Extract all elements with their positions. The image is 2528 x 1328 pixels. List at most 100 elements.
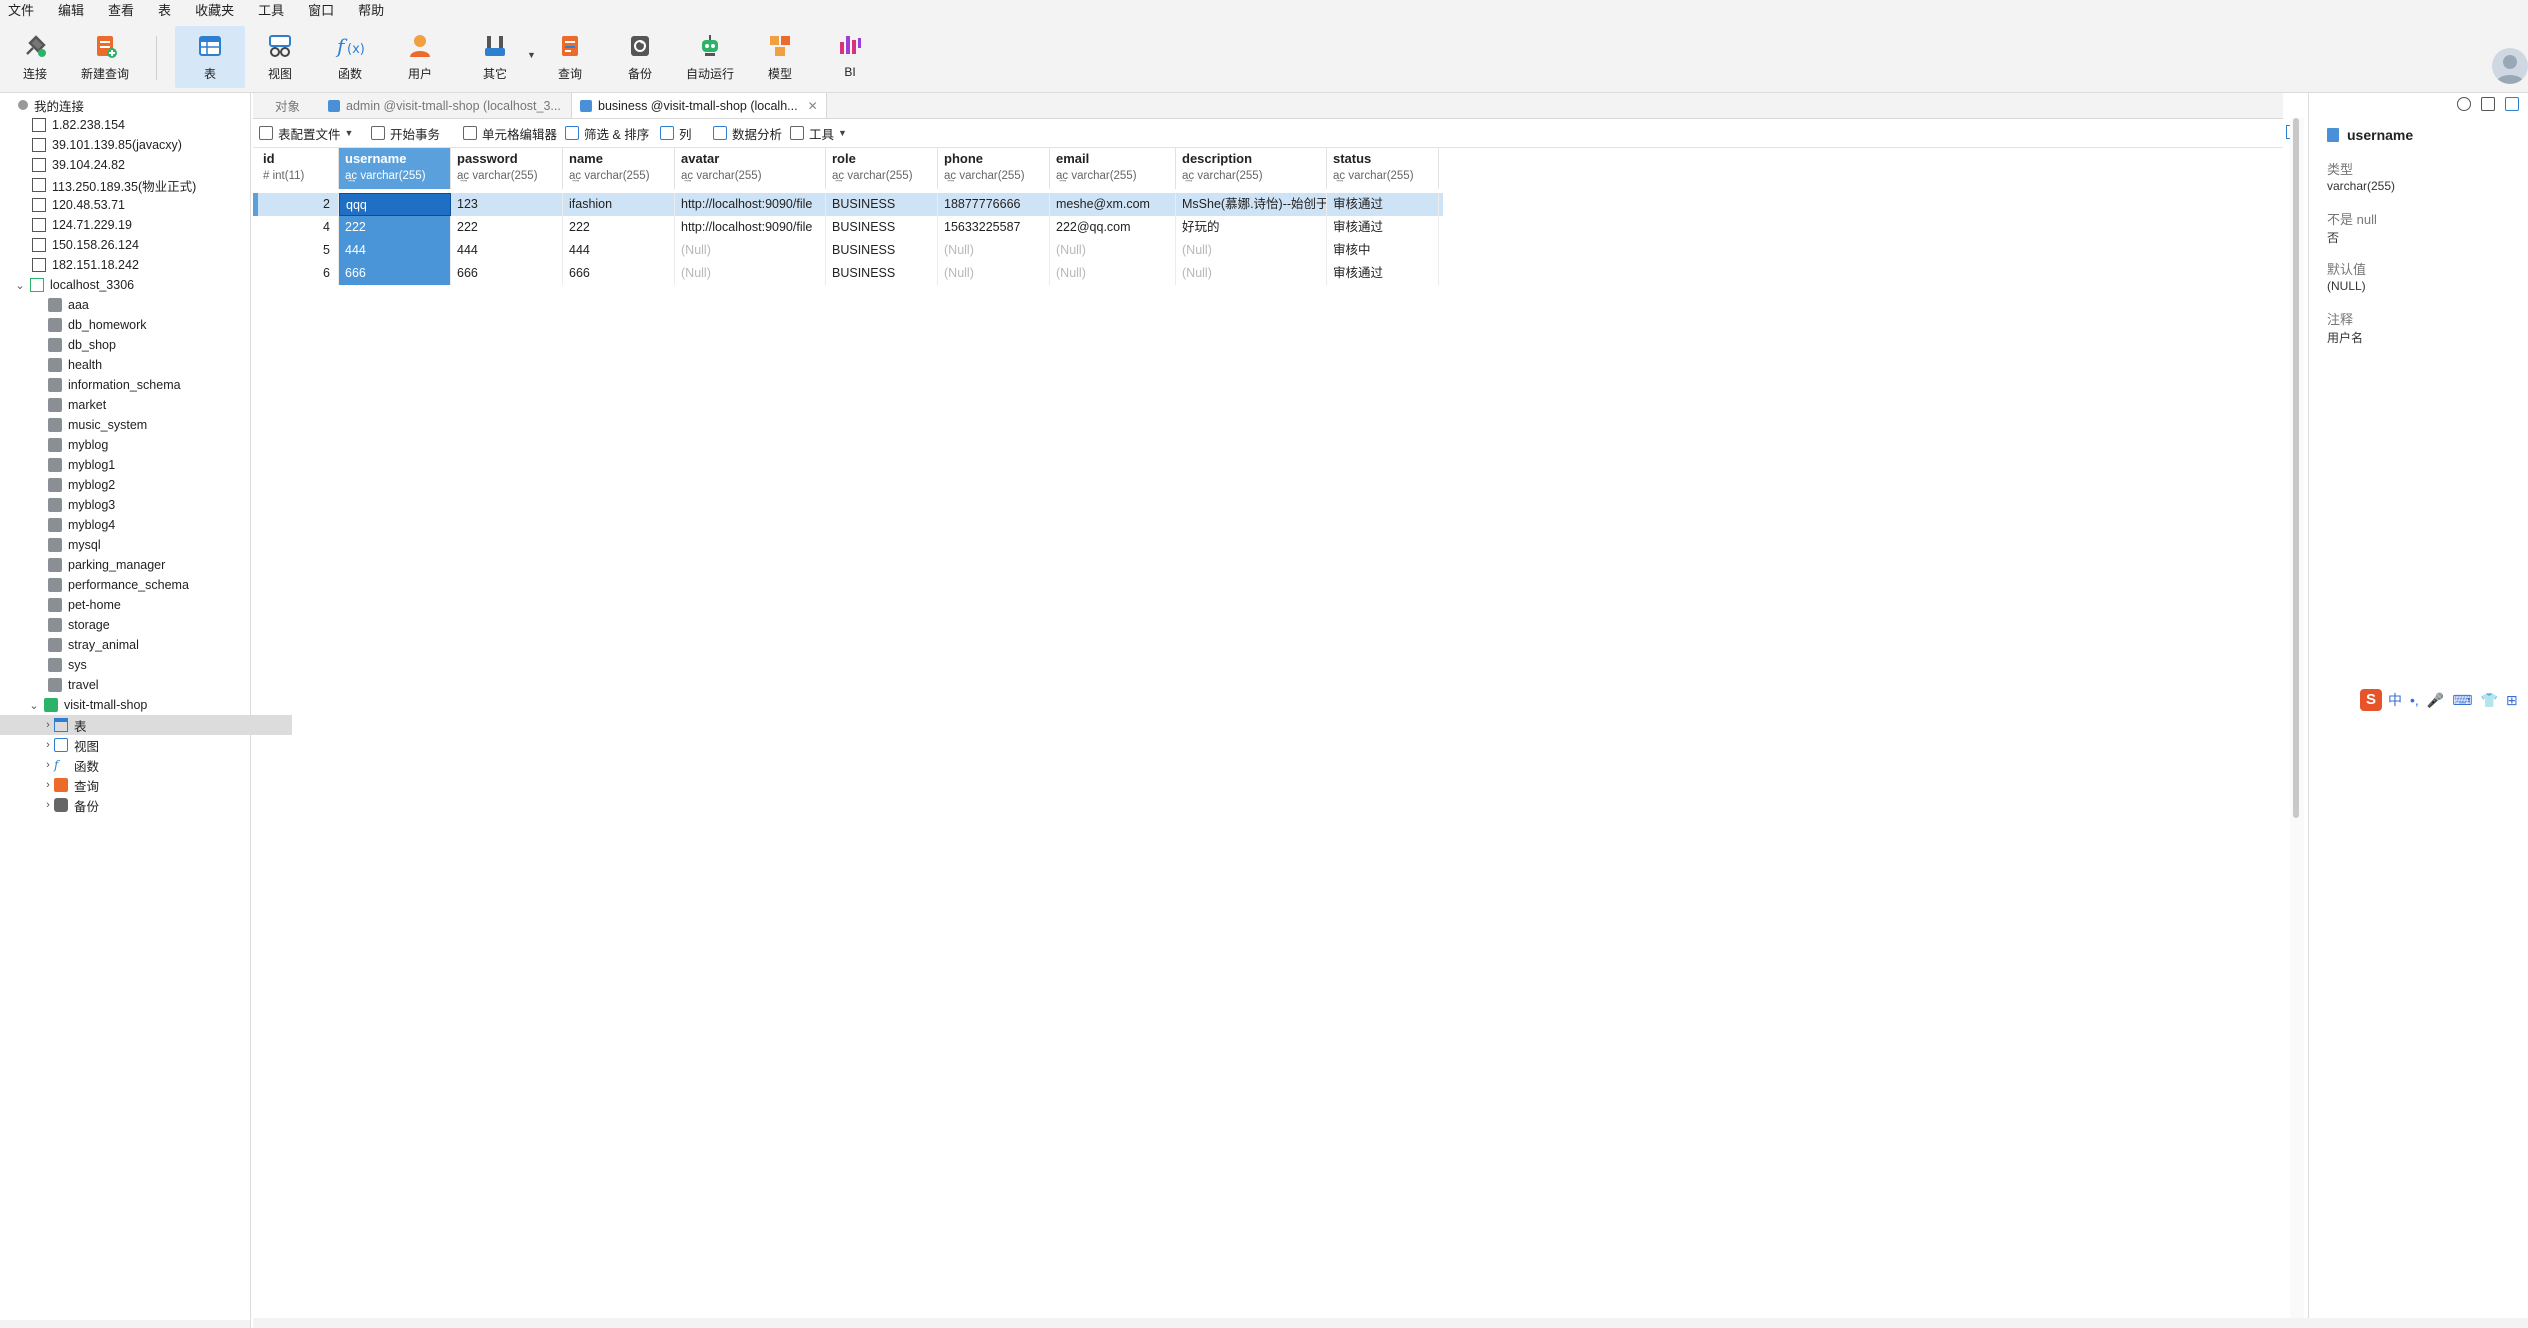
cell-status[interactable]: 审核通过 bbox=[1327, 216, 1439, 239]
tree-connection[interactable]: 150.158.26.124 bbox=[0, 235, 282, 255]
tree-database[interactable]: aaa bbox=[0, 295, 298, 315]
query-button[interactable]: 查询 bbox=[535, 26, 605, 88]
column-header-email[interactable]: email a͢c varchar(255) bbox=[1050, 148, 1176, 189]
keyboard-icon[interactable]: ⌨ bbox=[2452, 692, 2472, 709]
tree-database[interactable]: myblog3 bbox=[0, 495, 298, 515]
cell-editor-button[interactable]: 单元格编辑器 bbox=[463, 124, 557, 142]
table-row[interactable]: 5 444 444 444 (Null) BUSINESS (Null) (Nu… bbox=[253, 239, 1443, 262]
chevron-right-icon[interactable]: › bbox=[42, 759, 54, 771]
microphone-icon[interactable]: 🎤 bbox=[2427, 692, 2444, 709]
tab-objects[interactable]: 对象 bbox=[267, 93, 308, 118]
column-header-description[interactable]: description a͢c varchar(255) bbox=[1176, 148, 1327, 189]
bi-button[interactable]: BI bbox=[815, 26, 885, 88]
cell-avatar[interactable]: (Null) bbox=[675, 239, 826, 262]
tab-business[interactable]: business @visit-tmall-shop (localh... ✕ bbox=[571, 93, 827, 118]
info-icon[interactable] bbox=[2457, 97, 2471, 111]
cell-description[interactable]: 好玩的 bbox=[1176, 216, 1327, 239]
view-button[interactable]: 视图 bbox=[245, 26, 315, 88]
cell-description[interactable]: (Null) bbox=[1176, 262, 1327, 285]
cell-status[interactable]: 审核中 bbox=[1327, 239, 1439, 262]
cell-status[interactable]: 审核通过 bbox=[1327, 262, 1439, 285]
cell-password[interactable]: 444 bbox=[451, 239, 563, 262]
chevron-right-icon[interactable]: › bbox=[42, 739, 54, 751]
cell-role[interactable]: BUSINESS bbox=[826, 239, 938, 262]
tree-database[interactable]: storage bbox=[0, 615, 298, 635]
sogou-ime-logo[interactable]: S bbox=[2360, 689, 2382, 711]
chevron-down-icon[interactable]: ⌄ bbox=[28, 699, 40, 712]
menu-view[interactable]: 查看 bbox=[100, 0, 150, 22]
column-header-username[interactable]: username a͢c varchar(255) bbox=[339, 148, 451, 189]
table-config-button[interactable]: 表配置文件 ▼ bbox=[259, 124, 353, 142]
tree-database[interactable]: db_homework bbox=[0, 315, 298, 335]
menu-file[interactable]: 文件 bbox=[0, 0, 50, 22]
account-avatar[interactable] bbox=[2492, 48, 2528, 84]
tab-admin[interactable]: admin @visit-tmall-shop (localhost_3... bbox=[320, 93, 569, 118]
tree-database[interactable]: db_shop bbox=[0, 335, 298, 355]
tree-database[interactable]: myblog bbox=[0, 435, 298, 455]
tree-root-my-connections[interactable]: 我的连接 bbox=[0, 95, 268, 115]
cell-username[interactable]: 666 bbox=[339, 262, 451, 285]
tree-node-queries[interactable]: › 查询 bbox=[0, 775, 292, 795]
tree-connection-localhost[interactable]: ⌄ localhost_3306 bbox=[0, 275, 264, 295]
tree-database[interactable]: sys bbox=[0, 655, 298, 675]
tree-connection[interactable]: 120.48.53.71 bbox=[0, 195, 282, 215]
cell-avatar[interactable]: http://localhost:9090/file bbox=[675, 193, 826, 216]
tree-connection[interactable]: 39.104.24.82 bbox=[0, 155, 282, 175]
cell-status[interactable]: 审核通过 bbox=[1327, 193, 1439, 216]
tree-connection[interactable]: 1.82.238.154 bbox=[0, 115, 282, 135]
tree-database[interactable]: health bbox=[0, 355, 298, 375]
tree-database[interactable]: myblog2 bbox=[0, 475, 298, 495]
chevron-down-icon[interactable]: ⌄ bbox=[14, 279, 26, 292]
tree-connection[interactable]: 39.101.139.85(javacxy) bbox=[0, 135, 282, 155]
cell-name[interactable]: 444 bbox=[563, 239, 675, 262]
cell-password[interactable]: 222 bbox=[451, 216, 563, 239]
column-header-id[interactable]: id # int(11) bbox=[257, 148, 339, 189]
menu-edit[interactable]: 编辑 bbox=[50, 0, 100, 22]
cell-email[interactable]: (Null) bbox=[1050, 239, 1176, 262]
tree-database[interactable]: information_schema bbox=[0, 375, 298, 395]
tree-node-backups[interactable]: › 备份 bbox=[0, 795, 292, 815]
layout-icon[interactable] bbox=[2505, 97, 2519, 111]
cell-username[interactable]: 444 bbox=[339, 239, 451, 262]
tree-database[interactable]: music_system bbox=[0, 415, 298, 435]
tree-node-tables[interactable]: › 表 bbox=[0, 715, 292, 735]
ime-menu-icon[interactable]: ⊞ bbox=[2506, 692, 2518, 709]
cell-role[interactable]: BUSINESS bbox=[826, 216, 938, 239]
tree-database[interactable]: market bbox=[0, 395, 298, 415]
menu-help[interactable]: 帮助 bbox=[350, 0, 400, 22]
ddl-icon[interactable] bbox=[2481, 97, 2495, 111]
tree-database[interactable]: mysql bbox=[0, 535, 298, 555]
table-row[interactable]: 6 666 666 666 (Null) BUSINESS (Null) (Nu… bbox=[253, 262, 1443, 285]
cell-description[interactable]: (Null) bbox=[1176, 239, 1327, 262]
cell-phone[interactable]: (Null) bbox=[938, 262, 1050, 285]
data-analysis-button[interactable]: 数据分析 bbox=[713, 124, 782, 142]
tree-node-views[interactable]: › 视图 bbox=[0, 735, 292, 755]
cell-phone[interactable]: (Null) bbox=[938, 239, 1050, 262]
cell-email[interactable]: 222@qq.com bbox=[1050, 216, 1176, 239]
cell-avatar[interactable]: http://localhost:9090/file bbox=[675, 216, 826, 239]
cell-username[interactable]: 222 bbox=[339, 216, 451, 239]
grid-vertical-scrollbar[interactable] bbox=[2290, 118, 2304, 1318]
filter-sort-button[interactable]: 筛选 & 排序 bbox=[565, 124, 649, 142]
cell-avatar[interactable]: (Null) bbox=[675, 262, 826, 285]
chevron-right-icon[interactable]: › bbox=[42, 719, 54, 731]
cell-name[interactable]: 222 bbox=[563, 216, 675, 239]
cell-password[interactable]: 123 bbox=[451, 193, 563, 216]
function-button[interactable]: f (x) 函数 bbox=[315, 26, 385, 88]
column-header-password[interactable]: password a͢c varchar(255) bbox=[451, 148, 563, 189]
tree-database[interactable]: travel bbox=[0, 675, 298, 695]
connect-button[interactable]: 连接 bbox=[0, 26, 70, 88]
tree-connection[interactable]: 113.250.189.35(物业正式) bbox=[0, 175, 282, 195]
table-row[interactable]: 2 qqq 123 ifashion http://localhost:9090… bbox=[253, 193, 1443, 216]
cell-name[interactable]: ifashion bbox=[563, 193, 675, 216]
tree-connection[interactable]: 124.71.229.19 bbox=[0, 215, 282, 235]
backup-button[interactable]: 备份 bbox=[605, 26, 675, 88]
menu-tools[interactable]: 工具 bbox=[250, 0, 300, 22]
tree-database-open[interactable]: ⌄ visit-tmall-shop bbox=[0, 695, 278, 715]
menu-table[interactable]: 表 bbox=[150, 0, 187, 22]
cell-id[interactable]: 5 bbox=[257, 239, 339, 262]
cell-password[interactable]: 666 bbox=[451, 262, 563, 285]
skin-icon[interactable]: 👕 bbox=[2480, 692, 2497, 709]
cell-phone[interactable]: 18877776666 bbox=[938, 193, 1050, 216]
cell-role[interactable]: BUSINESS bbox=[826, 193, 938, 216]
